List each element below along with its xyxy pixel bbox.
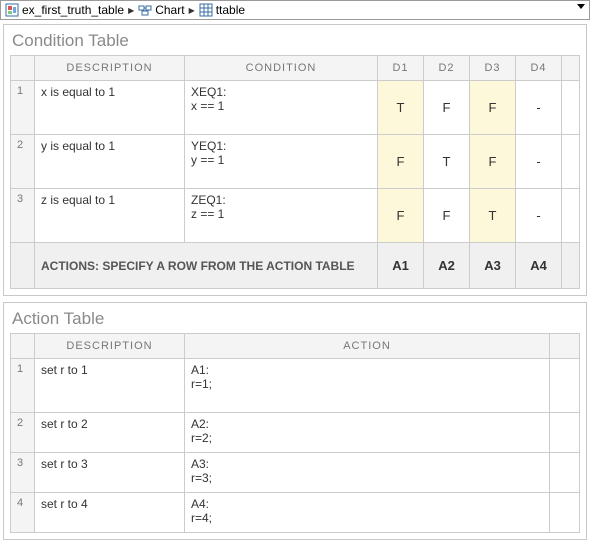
col-header-d4[interactable]: D4 (516, 56, 562, 81)
col-header-num (11, 56, 35, 81)
decision-cell[interactable]: F (378, 135, 424, 189)
filler-cell (562, 81, 580, 135)
filler-cell (550, 453, 580, 493)
breadcrumb: ex_first_truth_table Chart ttable (0, 0, 590, 20)
col-header-d2[interactable]: D2 (424, 56, 470, 81)
col-header-action: ACTION (185, 334, 550, 359)
filler-cell (562, 243, 580, 289)
condition-table: DESCRIPTION CONDITION D1 D2 D3 D4 1x is … (10, 55, 580, 289)
action-ref-cell[interactable]: A2 (424, 243, 470, 289)
model-icon (5, 3, 19, 17)
breadcrumb-label-2: ttable (216, 3, 245, 17)
decision-cell[interactable]: F (424, 189, 470, 243)
row-number: 2 (11, 413, 35, 453)
table-row: 1set r to 1A1: r=1; (11, 359, 580, 413)
decision-cell[interactable]: - (516, 81, 562, 135)
col-header-d3[interactable]: D3 (470, 56, 516, 81)
decision-cell[interactable]: - (516, 189, 562, 243)
truth-table-icon (199, 3, 213, 17)
row-number: 3 (11, 189, 35, 243)
description-cell[interactable]: y is equal to 1 (35, 135, 185, 189)
col-header-d1[interactable]: D1 (378, 56, 424, 81)
chevron-right-icon (128, 5, 134, 16)
filler-cell (550, 493, 580, 533)
breadcrumb-item-model[interactable]: ex_first_truth_table (3, 3, 126, 17)
breadcrumb-item-chart[interactable]: Chart (136, 3, 186, 17)
condition-table-panel: Condition Table DESCRIPTION CONDITION D1… (3, 24, 587, 296)
decision-cell[interactable]: F (378, 189, 424, 243)
condition-table-title: Condition Table (12, 31, 580, 51)
chart-icon (138, 3, 152, 17)
action-specifier-label: ACTIONS: SPECIFY A ROW FROM THE ACTION T… (35, 243, 378, 289)
action-table-title: Action Table (12, 309, 580, 329)
action-specifier-row: ACTIONS: SPECIFY A ROW FROM THE ACTION T… (11, 243, 580, 289)
col-header-filler (562, 56, 580, 81)
table-row: 4set r to 4A4: r=4; (11, 493, 580, 533)
description-cell[interactable]: set r to 1 (35, 359, 185, 413)
action-cell[interactable]: A4: r=4; (185, 493, 550, 533)
description-cell[interactable]: set r to 3 (35, 453, 185, 493)
breadcrumb-dropdown-icon[interactable] (577, 4, 585, 9)
breadcrumb-label-0: ex_first_truth_table (22, 3, 124, 17)
row-number: 1 (11, 359, 35, 413)
filler-cell (562, 189, 580, 243)
col-header-num (11, 334, 35, 359)
row-number: 2 (11, 135, 35, 189)
action-table-panel: Action Table DESCRIPTION ACTION 1set r t… (3, 302, 587, 540)
filler-cell (562, 135, 580, 189)
action-table: DESCRIPTION ACTION 1set r to 1A1: r=1;2s… (10, 333, 580, 533)
row-number: 4 (11, 493, 35, 533)
decision-cell[interactable]: - (516, 135, 562, 189)
decision-cell[interactable]: T (378, 81, 424, 135)
action-cell[interactable]: A3: r=3; (185, 453, 550, 493)
row-number: 1 (11, 81, 35, 135)
breadcrumb-item-ttable[interactable]: ttable (197, 3, 247, 17)
action-ref-cell[interactable]: A4 (516, 243, 562, 289)
table-row: 1x is equal to 1XEQ1: x == 1TFF- (11, 81, 580, 135)
description-cell[interactable]: set r to 2 (35, 413, 185, 453)
action-cell[interactable]: A2: r=2; (185, 413, 550, 453)
col-header-description: DESCRIPTION (35, 56, 185, 81)
decision-cell[interactable]: T (470, 189, 516, 243)
col-header-condition: CONDITION (185, 56, 378, 81)
row-number (11, 243, 35, 289)
decision-cell[interactable]: F (470, 135, 516, 189)
condition-cell[interactable]: XEQ1: x == 1 (185, 81, 378, 135)
table-row: 2set r to 2A2: r=2; (11, 413, 580, 453)
row-number: 3 (11, 453, 35, 493)
filler-cell (550, 359, 580, 413)
condition-cell[interactable]: YEQ1: y == 1 (185, 135, 378, 189)
table-row: 2y is equal to 1YEQ1: y == 1FTF- (11, 135, 580, 189)
chevron-right-icon (189, 5, 195, 16)
table-row: 3set r to 3A3: r=3; (11, 453, 580, 493)
decision-cell[interactable]: F (424, 81, 470, 135)
filler-cell (550, 413, 580, 453)
description-cell[interactable]: set r to 4 (35, 493, 185, 533)
breadcrumb-label-1: Chart (155, 3, 184, 17)
col-header-description: DESCRIPTION (35, 334, 185, 359)
col-header-filler (550, 334, 580, 359)
table-row: 3z is equal to 1ZEQ1: z == 1FFT- (11, 189, 580, 243)
description-cell[interactable]: z is equal to 1 (35, 189, 185, 243)
action-ref-cell[interactable]: A3 (470, 243, 516, 289)
description-cell[interactable]: x is equal to 1 (35, 81, 185, 135)
decision-cell[interactable]: F (470, 81, 516, 135)
condition-cell[interactable]: ZEQ1: z == 1 (185, 189, 378, 243)
action-ref-cell[interactable]: A1 (378, 243, 424, 289)
action-cell[interactable]: A1: r=1; (185, 359, 550, 413)
decision-cell[interactable]: T (424, 135, 470, 189)
